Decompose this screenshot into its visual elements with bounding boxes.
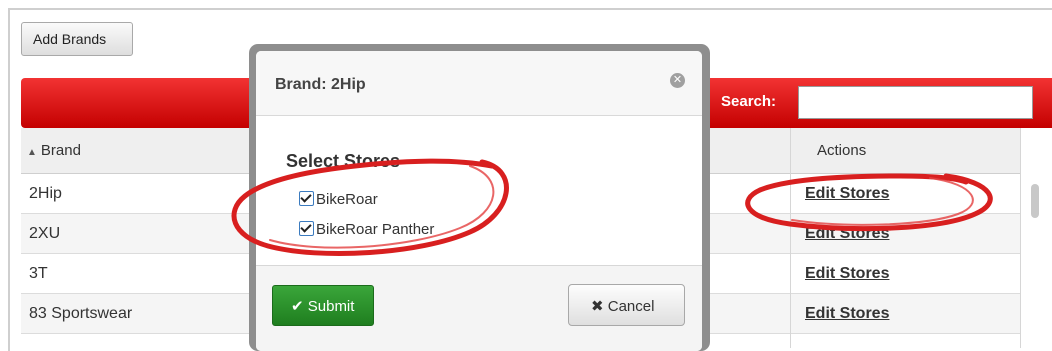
- check-icon: ✔: [291, 298, 304, 315]
- checkbox-checked[interactable]: [299, 191, 314, 206]
- brand-cell: 2Hip: [29, 185, 62, 202]
- brand-cell: 83 Sportswear: [29, 305, 133, 322]
- modal-header: Brand: 2Hip ✕: [256, 51, 702, 116]
- search-input[interactable]: [798, 86, 1033, 119]
- edit-stores-link[interactable]: Edit Stores: [805, 185, 889, 203]
- store-label: BikeRoar: [316, 191, 378, 208]
- modal-title: Brand: 2Hip: [275, 76, 366, 93]
- add-brands-button[interactable]: Add Brands: [21, 22, 133, 56]
- edit-stores-link[interactable]: Edit Stores: [805, 265, 889, 283]
- store-label: BikeRoar Panther: [316, 221, 435, 238]
- column-divider: [790, 128, 791, 348]
- store-checkbox-bikeroar-panther[interactable]: BikeRoar Panther: [299, 221, 434, 241]
- scrollbar-thumb[interactable]: [1031, 184, 1039, 218]
- column-header-actions: Actions: [817, 142, 867, 159]
- modal-footer: ✔ Submit ✖ Cancel: [256, 265, 702, 351]
- edit-stores-link[interactable]: Edit Stores: [805, 305, 889, 323]
- x-icon: ✖: [591, 298, 604, 315]
- brand-cell: 3T: [29, 265, 48, 282]
- cancel-button[interactable]: ✖ Cancel: [568, 284, 685, 326]
- column-header-brand[interactable]: ▲ Brand: [27, 142, 81, 159]
- column-divider: [1020, 128, 1021, 348]
- sort-up-icon: ▲: [27, 147, 37, 158]
- checkbox-checked[interactable]: [299, 221, 314, 236]
- close-icon[interactable]: ✕: [670, 73, 685, 88]
- search-label: Search:: [721, 93, 777, 110]
- store-checkbox-bikeroar[interactable]: BikeRoar: [299, 191, 378, 211]
- edit-stores-link[interactable]: Edit Stores: [805, 225, 889, 243]
- submit-button[interactable]: ✔ Submit: [272, 285, 374, 326]
- table-scrollbar[interactable]: [1024, 174, 1048, 348]
- brand-cell: 2XU: [29, 225, 61, 242]
- select-stores-heading: Select Stores: [286, 151, 401, 171]
- edit-stores-modal: Brand: 2Hip ✕ Select Stores BikeRoar Bik…: [256, 51, 702, 351]
